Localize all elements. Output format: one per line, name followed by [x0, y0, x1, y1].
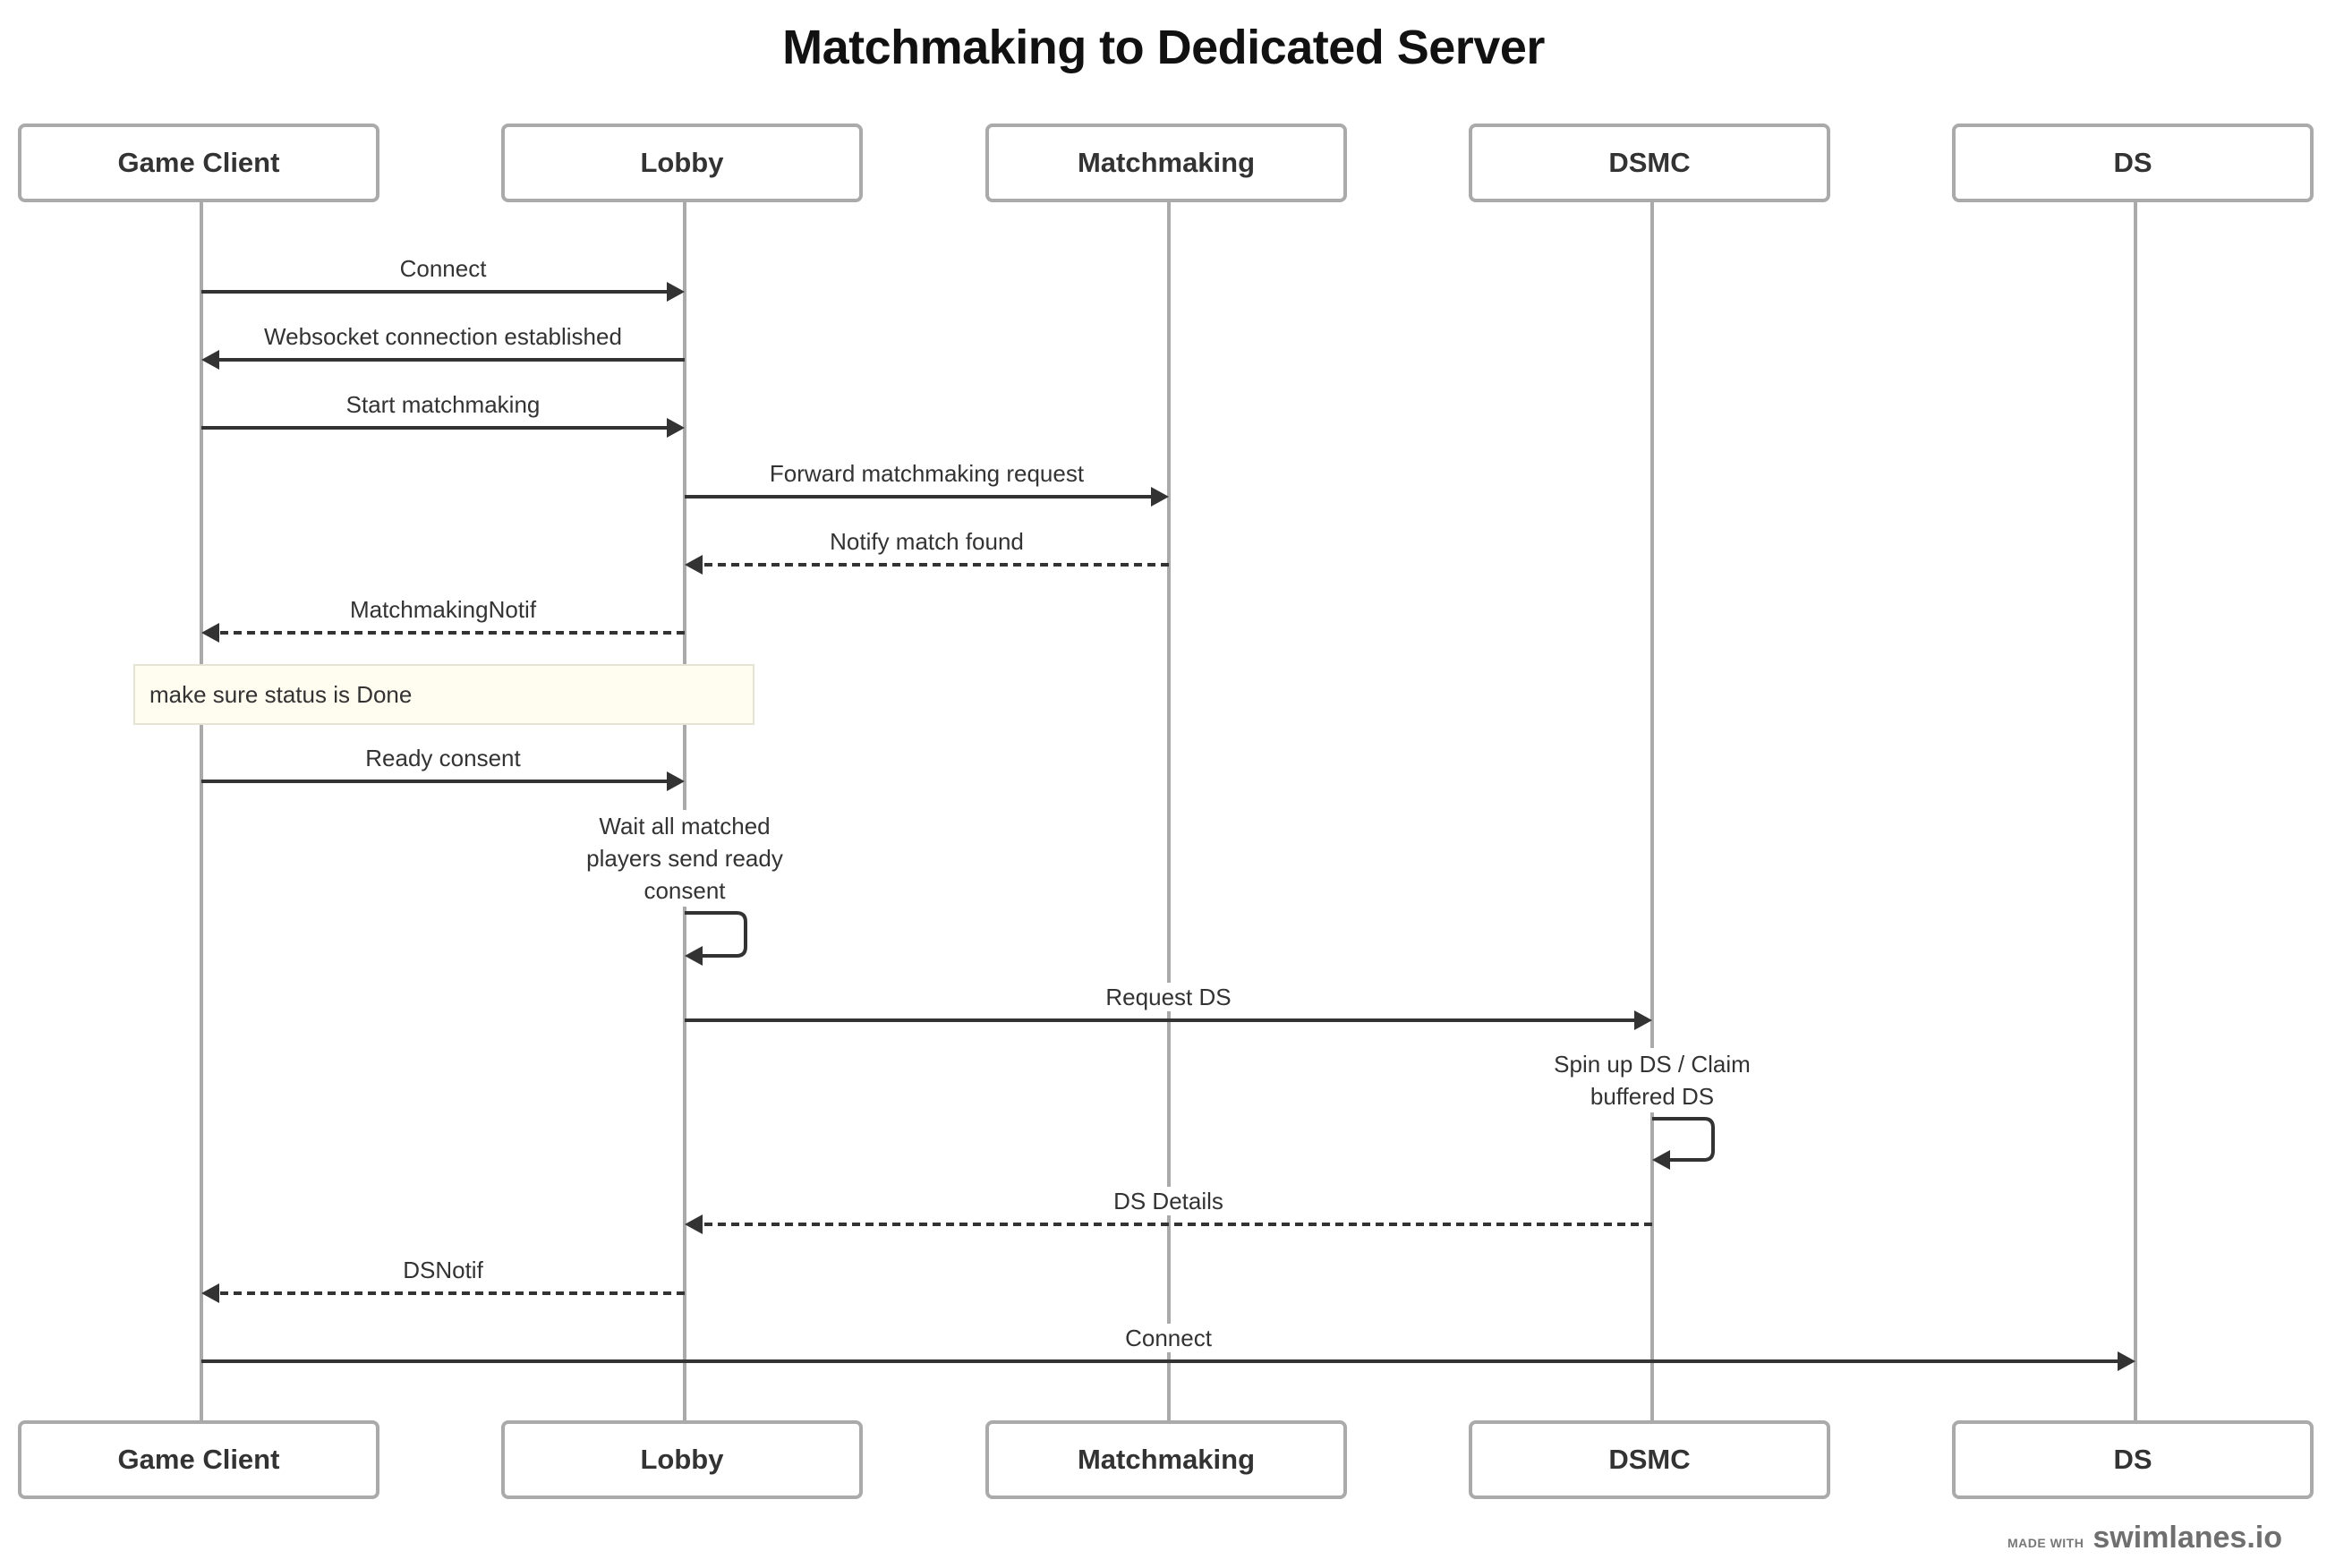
- message-label: DSNotif: [397, 1256, 489, 1284]
- arrowhead-icon: [685, 946, 703, 966]
- message-label: Start matchmaking: [340, 390, 546, 419]
- message-label: Websocket connection established: [259, 322, 627, 351]
- self-message-line: Wait all matched: [599, 813, 771, 839]
- self-message-arrow: [1652, 1117, 1715, 1162]
- self-message-arrow: [685, 911, 747, 958]
- actor-label: Matchmaking: [1077, 1444, 1256, 1475]
- message-label: Request DS: [1100, 983, 1237, 1011]
- diagram-title: Matchmaking to Dedicated Server: [782, 21, 1545, 74]
- actor-label: Lobby: [640, 1444, 724, 1475]
- actor-label: Game Client: [117, 147, 280, 178]
- actor-label: DS: [2113, 147, 2152, 178]
- actor-lobby-top[interactable]: Lobby: [501, 124, 863, 202]
- made-with-text: MADE WITH: [2007, 1536, 2084, 1550]
- actor-label: DSMC: [1608, 147, 1691, 178]
- actor-game-client-top[interactable]: Game Client: [18, 124, 379, 202]
- self-message-line: consent: [644, 877, 726, 904]
- actor-ds-bottom[interactable]: DS: [1952, 1420, 2314, 1499]
- self-message-line: players send ready: [586, 845, 783, 872]
- message-label: Connect: [1120, 1324, 1217, 1352]
- message-label: Notify match found: [824, 527, 1029, 556]
- actor-lobby-bottom[interactable]: Lobby: [501, 1420, 863, 1499]
- message-label: MatchmakingNotif: [344, 595, 542, 624]
- actor-label: DSMC: [1608, 1444, 1691, 1475]
- actor-label: Lobby: [640, 147, 724, 178]
- message-label: Connect: [394, 254, 492, 283]
- actor-label: Matchmaking: [1077, 147, 1256, 178]
- actor-game-client-bottom[interactable]: Game Client: [18, 1420, 379, 1499]
- actor-ds-top[interactable]: DS: [1952, 124, 2314, 202]
- actor-label: DS: [2113, 1444, 2152, 1475]
- message-label: DS Details: [1108, 1187, 1229, 1215]
- self-message-line: buffered DS: [1590, 1083, 1715, 1110]
- note-text: make sure status is Done: [149, 680, 413, 708]
- actor-dsmc-bottom[interactable]: DSMC: [1469, 1420, 1830, 1499]
- arrowhead-icon: [201, 623, 219, 643]
- message-label: Ready consent: [360, 744, 526, 772]
- arrowhead-icon: [1652, 1150, 1670, 1170]
- note-box: make sure status is Done: [133, 664, 754, 725]
- arrowhead-icon: [667, 282, 685, 302]
- arrowhead-icon: [1151, 487, 1169, 507]
- arrowhead-icon: [667, 771, 685, 791]
- actor-matchmaking-top[interactable]: Matchmaking: [985, 124, 1347, 202]
- footer-branding: MADE WITH swimlanes.io: [2007, 1521, 2282, 1555]
- arrowhead-icon: [685, 555, 703, 575]
- arrowhead-icon: [667, 418, 685, 438]
- arrowhead-icon: [685, 1214, 703, 1234]
- message-label: Forward matchmaking request: [763, 459, 1090, 488]
- actor-dsmc-top[interactable]: DSMC: [1469, 124, 1830, 202]
- self-message-label: Wait all matched players send ready consen…: [583, 810, 787, 907]
- arrowhead-icon: [1634, 1010, 1652, 1030]
- arrowhead-icon: [2118, 1351, 2135, 1371]
- self-message-label: Spin up DS / Claim buffered DS: [1550, 1048, 1754, 1112]
- brand-link[interactable]: swimlanes.io: [2093, 1521, 2282, 1555]
- arrowhead-icon: [201, 1283, 219, 1303]
- actor-label: Game Client: [117, 1444, 280, 1475]
- self-message-line: Spin up DS / Claim: [1554, 1051, 1751, 1078]
- arrowhead-icon: [201, 350, 219, 370]
- actor-matchmaking-bottom[interactable]: Matchmaking: [985, 1420, 1347, 1499]
